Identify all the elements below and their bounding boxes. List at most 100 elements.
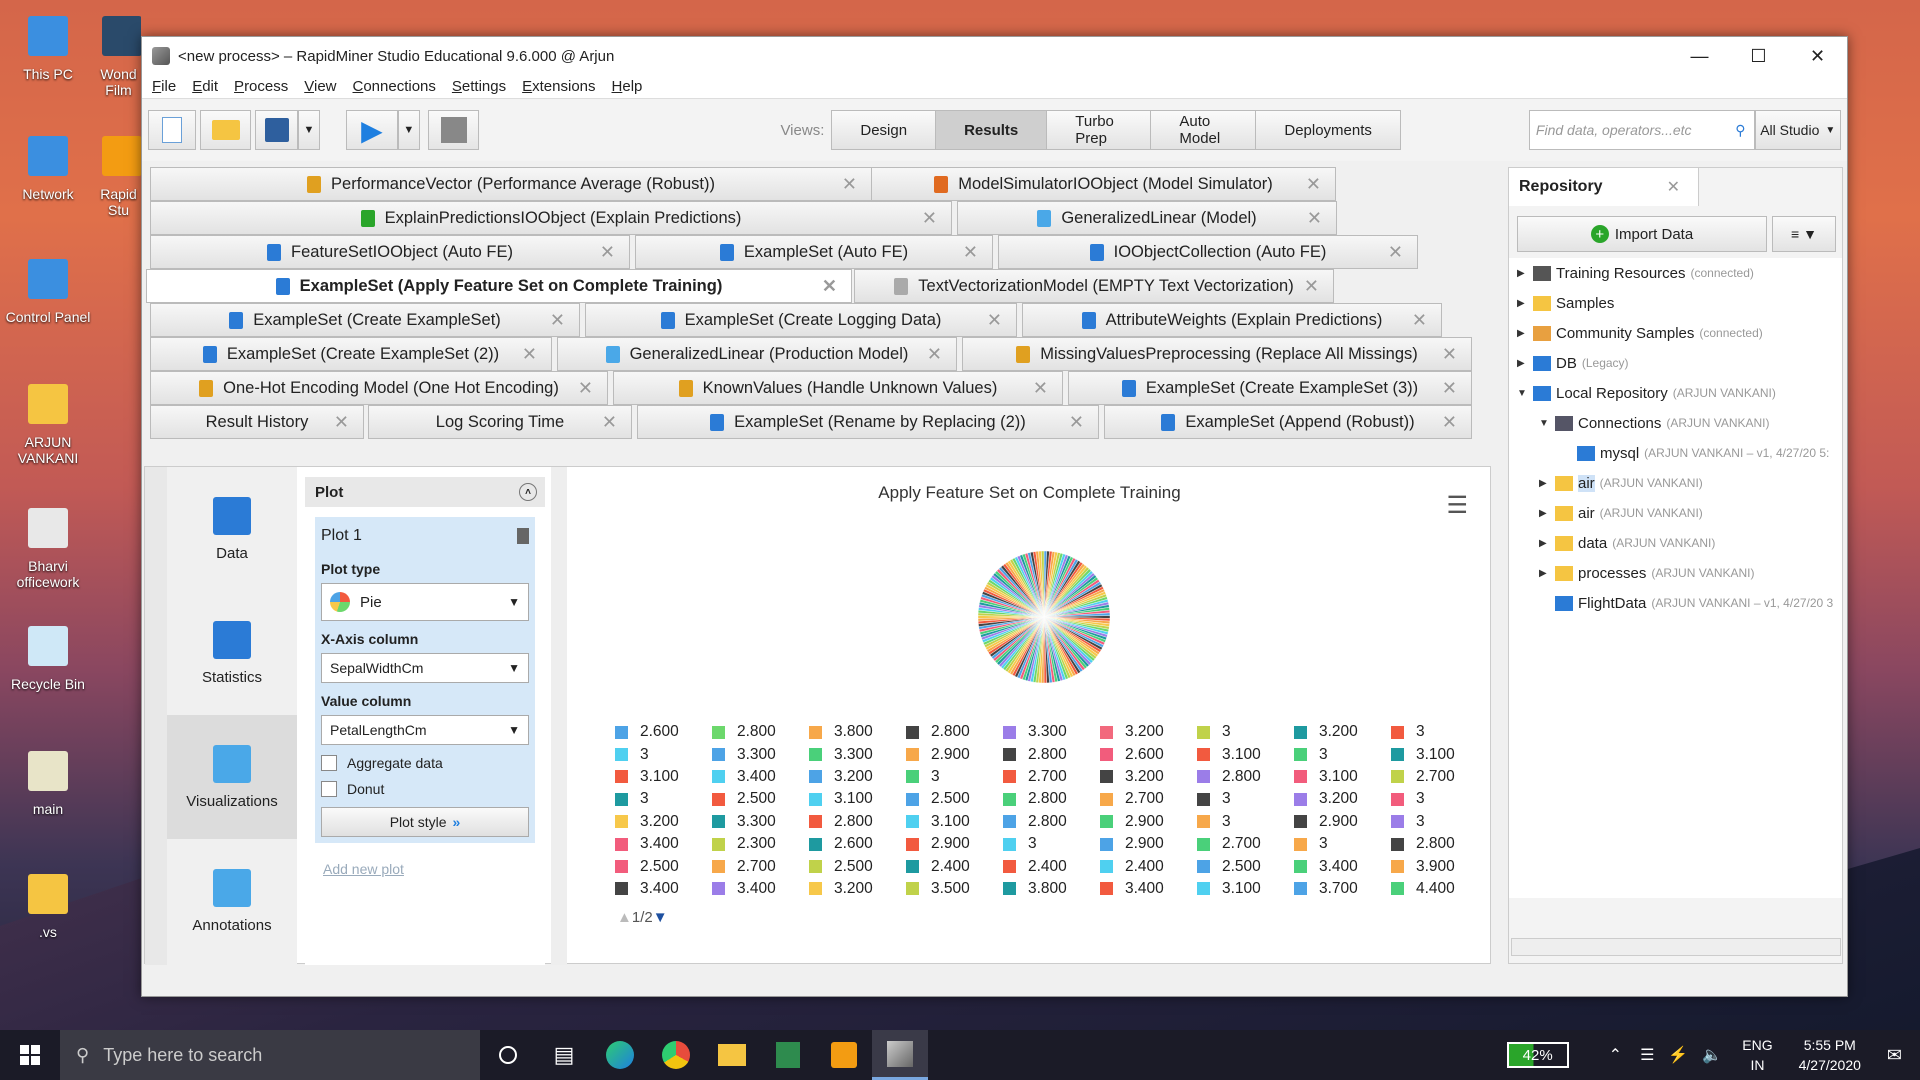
language-indicator[interactable]: ENG IN — [1742, 1035, 1772, 1075]
legend-item[interactable]: 3.800 — [809, 721, 906, 743]
notification-icon[interactable]: ✉ — [1887, 1045, 1902, 1066]
legend-item[interactable]: 3.200 — [809, 766, 906, 788]
taskbar-edge[interactable] — [592, 1030, 648, 1080]
legend-item[interactable]: 3.700 — [1294, 878, 1391, 900]
view-auto-model[interactable]: Auto Model — [1150, 110, 1257, 150]
collapsed-arrow-icon[interactable]: ▶ — [1539, 538, 1551, 549]
legend-item[interactable]: 2.700 — [1197, 833, 1294, 855]
result-tab[interactable]: Log Scoring Time ✕ — [368, 405, 632, 439]
desktop-icon[interactable]: main — [0, 745, 96, 817]
result-tab[interactable]: MissingValuesPreprocessing (Replace All … — [962, 337, 1472, 371]
legend-item[interactable]: 3.200 — [809, 878, 906, 900]
save-button[interactable] — [255, 110, 298, 150]
close-icon[interactable]: ✕ — [1033, 378, 1048, 399]
start-button[interactable] — [0, 1030, 60, 1080]
legend-item[interactable]: 3.400 — [1100, 878, 1197, 900]
legend-item[interactable]: 2.600 — [615, 721, 712, 743]
desktop-icon[interactable]: Recycle Bin — [0, 620, 96, 692]
desktop-icon[interactable]: .vs — [0, 868, 96, 940]
result-tab[interactable]: ExampleSet (Rename by Replacing (2)) ✕ — [637, 405, 1099, 439]
legend-item[interactable]: 3 — [1197, 788, 1294, 810]
result-tab[interactable]: ExampleSet (Create ExampleSet (2)) ✕ — [150, 337, 552, 371]
aggregate-checkbox[interactable]: Aggregate data — [321, 755, 529, 771]
legend-item[interactable]: 3.200 — [1100, 766, 1197, 788]
legend-item[interactable]: 2.700 — [712, 855, 809, 877]
legend-item[interactable]: 3 — [1294, 833, 1391, 855]
legend-item[interactable]: 2.600 — [1100, 743, 1197, 765]
repository-hscrollbar[interactable] — [1511, 938, 1841, 956]
save-dropdown-button[interactable]: ▼ — [297, 110, 321, 150]
hamburger-menu-icon[interactable]: ☰ — [1446, 491, 1468, 520]
repo-tree-item[interactable]: mysql (ARJUN VANKANI – v1, 4/27/20 5: — [1509, 438, 1842, 468]
legend-item[interactable]: 3.200 — [1294, 721, 1391, 743]
result-tab[interactable]: ExampleSet (Create Logging Data) ✕ — [585, 303, 1017, 337]
legend-item[interactable]: 3 — [1391, 788, 1488, 810]
repo-tree-item[interactable]: ▶ processes (ARJUN VANKANI) — [1509, 558, 1842, 588]
close-icon[interactable]: ✕ — [1388, 242, 1403, 263]
repo-tree-item[interactable]: ▶ Samples — [1509, 288, 1842, 318]
result-tab[interactable]: TextVectorizationModel (EMPTY Text Vecto… — [854, 269, 1334, 303]
nav-annotations[interactable]: Annotations — [167, 839, 297, 963]
legend-item[interactable]: 2.900 — [1100, 811, 1197, 833]
legend-item[interactable]: 2.500 — [712, 788, 809, 810]
close-icon[interactable]: ✕ — [822, 276, 837, 297]
legend-item[interactable]: 3 — [1197, 811, 1294, 833]
menu-extensions[interactable]: Extensions — [522, 78, 595, 95]
close-icon[interactable]: ✕ — [987, 310, 1002, 331]
legend-item[interactable]: 2.500 — [809, 855, 906, 877]
menu-process[interactable]: Process — [234, 78, 288, 95]
taskbar-chrome[interactable] — [648, 1030, 704, 1080]
legend-item[interactable]: 2.400 — [906, 855, 1003, 877]
result-tab[interactable]: IOObjectCollection (Auto FE) ✕ — [998, 235, 1418, 269]
nav-scrollbar[interactable] — [145, 467, 167, 965]
legend-item[interactable]: 4.400 — [1391, 878, 1488, 900]
import-data-button[interactable]: + Import Data — [1517, 216, 1767, 252]
close-button[interactable]: ✕ — [1788, 37, 1847, 75]
close-icon[interactable]: ✕ — [922, 208, 937, 229]
result-tab[interactable]: ExampleSet (Auto FE) ✕ — [635, 235, 993, 269]
search-scope-dropdown[interactable]: All Studio ▼ — [1754, 110, 1841, 150]
taskbar-sublime[interactable] — [816, 1030, 872, 1080]
legend-item[interactable]: 3 — [615, 743, 712, 765]
legend-item[interactable]: 3.200 — [615, 811, 712, 833]
menu-settings[interactable]: Settings — [452, 78, 506, 95]
plot-type-select[interactable]: Pie ▼ — [321, 583, 529, 621]
repo-tree-item[interactable]: ▼ Local Repository (ARJUN VANKANI) — [1509, 378, 1842, 408]
close-icon[interactable]: ✕ — [1412, 310, 1427, 331]
global-search-input[interactable]: Find data, operators...etc ⚲ — [1528, 110, 1755, 150]
legend-item[interactable]: 3.100 — [906, 811, 1003, 833]
close-icon[interactable]: ✕ — [334, 412, 349, 433]
legend-item[interactable]: 3.100 — [1197, 743, 1294, 765]
legend-item[interactable]: 2.800 — [906, 721, 1003, 743]
repo-tree-item[interactable]: ▶ Community Samples (connected) — [1509, 318, 1842, 348]
repo-tree-item[interactable]: ▶ air (ARJUN VANKANI) — [1509, 498, 1842, 528]
result-tab[interactable]: ModelSimulatorIOObject (Model Simulator)… — [871, 167, 1336, 201]
pager-down-icon[interactable]: ▼ — [653, 909, 668, 926]
collapsed-arrow-icon[interactable]: ▶ — [1517, 268, 1529, 279]
wifi-icon[interactable]: ☰ — [1640, 1045, 1654, 1065]
result-tab[interactable]: ExampleSet (Create ExampleSet) ✕ — [150, 303, 580, 337]
view-design[interactable]: Design — [831, 110, 937, 150]
plot-panel-scrollbar[interactable] — [551, 467, 567, 965]
result-tab[interactable]: FeatureSetIOObject (Auto FE) ✕ — [150, 235, 630, 269]
legend-item[interactable]: 2.900 — [1100, 833, 1197, 855]
view-results[interactable]: Results — [935, 110, 1048, 150]
stop-button[interactable] — [427, 110, 480, 150]
legend-item[interactable]: 2.800 — [1003, 743, 1100, 765]
legend-item[interactable]: 3.200 — [1294, 788, 1391, 810]
repository-tab[interactable]: Repository ✕ — [1509, 168, 1699, 206]
task-view-button[interactable]: ▤ — [536, 1030, 592, 1080]
taskbar-search-input[interactable]: ⚲ Type here to search — [60, 1030, 480, 1080]
close-icon[interactable]: ✕ — [1442, 378, 1457, 399]
legend-item[interactable]: 2.800 — [1197, 766, 1294, 788]
collapsed-arrow-icon[interactable]: ▶ — [1539, 508, 1551, 519]
legend-item[interactable]: 3.100 — [1294, 766, 1391, 788]
legend-item[interactable]: 2.500 — [906, 788, 1003, 810]
result-tab[interactable]: GeneralizedLinear (Model) ✕ — [957, 201, 1337, 235]
battery-indicator[interactable]: 42% — [1506, 1042, 1569, 1068]
legend-item[interactable]: 3.300 — [1003, 721, 1100, 743]
minimize-button[interactable]: — — [1670, 37, 1729, 75]
legend-item[interactable]: 2.800 — [1391, 833, 1488, 855]
trash-icon[interactable] — [517, 528, 529, 544]
close-icon[interactable]: ✕ — [602, 412, 617, 433]
